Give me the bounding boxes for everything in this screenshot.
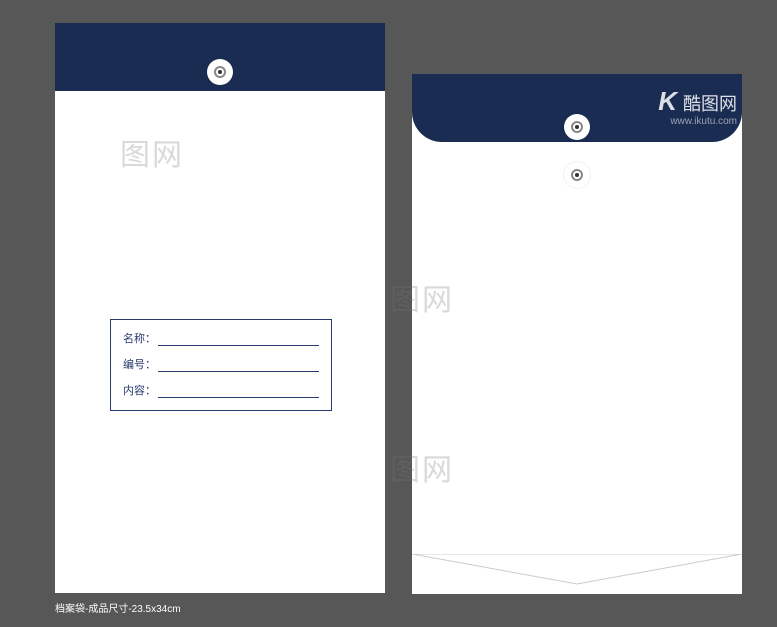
envelope-flap-back bbox=[412, 74, 742, 142]
label-content: 内容： bbox=[123, 382, 156, 398]
info-box: 名称： 编号： 内容： bbox=[110, 319, 332, 411]
string-button-icon bbox=[564, 114, 590, 140]
info-row-number: 编号： bbox=[123, 356, 319, 372]
string-button-icon bbox=[564, 162, 590, 188]
info-row-content: 内容： bbox=[123, 382, 319, 398]
envelope-front: 名称： 编号： 内容： bbox=[55, 23, 385, 593]
caption-text: 档案袋-成品尺寸-23.5x34cm bbox=[55, 600, 181, 615]
envelope-back bbox=[412, 74, 742, 594]
line-content bbox=[158, 387, 319, 398]
string-button-icon bbox=[207, 59, 233, 85]
envelope-bottom-flap bbox=[412, 554, 742, 594]
line-name bbox=[158, 335, 319, 346]
info-row-name: 名称： bbox=[123, 330, 319, 346]
envelope-flap-front bbox=[55, 23, 385, 91]
label-number: 编号： bbox=[123, 356, 156, 372]
line-number bbox=[158, 361, 319, 372]
label-name: 名称： bbox=[123, 330, 156, 346]
